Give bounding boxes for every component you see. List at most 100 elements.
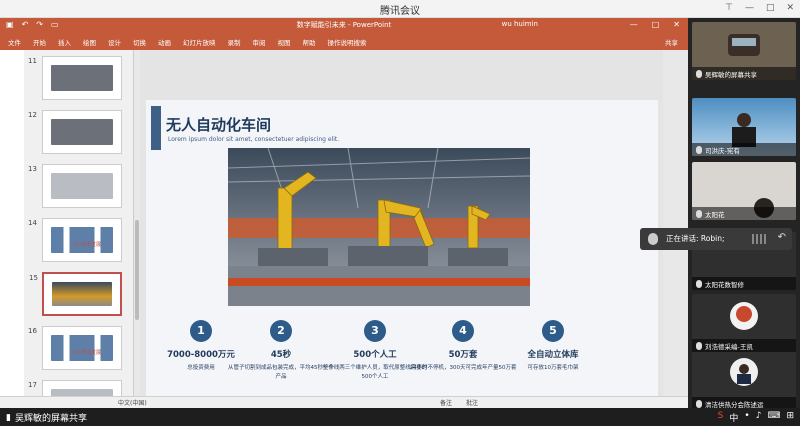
ribbon-tab[interactable]: 开始 — [33, 37, 46, 47]
ribbon-tab[interactable]: 动画 — [158, 37, 171, 47]
ppt-maximize-icon[interactable]: □ — [652, 20, 660, 29]
ribbon-tab[interactable]: 录制 — [228, 37, 241, 47]
language-status: 中文(中国) — [118, 400, 147, 407]
mic-tray-icon[interactable]: ♪ — [756, 411, 762, 424]
ribbon-tab[interactable]: 帮助 — [303, 37, 316, 47]
maximize-icon[interactable]: □ — [766, 3, 775, 13]
participant-name: 刘浩德采编-王凯 — [705, 342, 753, 351]
minimize-icon[interactable]: — — [745, 3, 754, 13]
feature-number: 3 — [364, 320, 386, 342]
mic-icon — [696, 399, 702, 408]
collapse-arrow-icon[interactable]: ↶ — [778, 232, 786, 243]
sogou-ime-icon[interactable]: S — [718, 411, 724, 424]
ribbon-tab[interactable]: 绘图 — [83, 37, 96, 47]
thumb-caption: 03 市场发展 — [73, 350, 101, 356]
factory-robot-photo — [228, 148, 530, 306]
share-button[interactable]: 共享 — [665, 37, 678, 47]
mic-icon — [696, 69, 702, 78]
share-indicator[interactable]: ▮ 吴辉敏的屏幕共享 — [6, 411, 87, 425]
thumb-number: 13 — [28, 165, 37, 173]
ribbon-tab[interactable]: 设计 — [108, 37, 121, 47]
participant-name: 司洪庆-宪有 — [705, 146, 740, 155]
canvas-scrollbar[interactable] — [663, 50, 688, 396]
bottom-bar: ▮ 吴辉敏的屏幕共享 S 中 • ♪ ⌨ ⊞ — [0, 408, 800, 426]
slide-thumb-selected[interactable]: 15 — [29, 272, 122, 316]
close-icon[interactable]: ✕ — [786, 3, 794, 13]
thumb-preview — [52, 282, 112, 306]
ribbon-tab[interactable]: 幻灯片放映 — [183, 37, 216, 47]
ribbon-tab[interactable]: 视图 — [278, 37, 291, 47]
slide-thumb[interactable]: 13 — [28, 164, 122, 208]
ribbon-tab[interactable]: 切换 — [133, 37, 146, 47]
mic-icon — [696, 279, 702, 288]
participant-name: 清洁供热分会陈述运 — [705, 400, 764, 409]
feature-number: 1 — [190, 320, 212, 342]
participant-name: 太阳花 — [705, 210, 725, 219]
ppt-minimize-icon[interactable]: — — [630, 20, 638, 29]
participant-tile[interactable]: 刘浩德采编-王凯 — [692, 294, 796, 352]
slide-thumb[interactable]: 11 — [28, 56, 122, 100]
participant-label: 太阳花 — [692, 207, 796, 220]
ppt-close-icon[interactable]: ✕ — [673, 20, 680, 29]
feature-number: 4 — [452, 320, 474, 342]
ppt-window-controls: — □ ✕ — [630, 20, 680, 29]
thumb-number: 11 — [28, 57, 37, 65]
audio-level-icon — [752, 234, 768, 244]
speaker-mic-icon — [648, 233, 658, 245]
thumb-number: 17 — [28, 381, 37, 389]
slide: 无人自动化车间 Lorem ipsum dolor sit amet, cons… — [146, 100, 658, 420]
participants-panel: 吴辉敏的屏幕共享 司洪庆-宪有 太阳花 太阳花数智修 刘浩德采编-王凯 清洁供热… — [688, 18, 800, 410]
ribbon-tab[interactable]: 插入 — [58, 37, 71, 47]
screen-share-icon: ▮ — [6, 412, 11, 423]
participant-tile[interactable]: 清洁供热分会陈述运 — [692, 352, 796, 410]
thumb-preview — [51, 227, 113, 253]
participant-label: 太阳花数智修 — [692, 277, 796, 290]
pin-icon[interactable]: ⊤ — [725, 3, 733, 13]
tell-me-search[interactable]: 操作说明搜索 — [328, 37, 367, 47]
title-accent-bar — [151, 106, 161, 150]
participant-label: 刘浩德采编-王凯 — [692, 339, 796, 352]
participant-tile[interactable]: 司洪庆-宪有 — [692, 98, 796, 156]
participant-label: 司洪庆-宪有 — [692, 143, 796, 156]
participant-tile[interactable]: 太阳花 — [692, 162, 796, 220]
share-owner-text: 吴辉敏的屏幕共享 — [14, 414, 87, 424]
system-tray: S 中 • ♪ ⌨ ⊞ — [718, 411, 794, 424]
slide-thumb[interactable]: 14 02 技术发展 — [28, 218, 122, 262]
keyboard-icon[interactable]: ⌨ — [767, 411, 780, 424]
speaking-text: 正在讲话: Robin; — [666, 234, 725, 243]
slide-thumbnails: 11 12 13 14 02 技术发展 15 16 03 市场发展 17 — [24, 50, 134, 396]
ribbon-tab[interactable]: 审阅 — [253, 37, 266, 47]
meeting-titlebar: 腾讯会议 ⊤ — □ ✕ — [0, 0, 800, 18]
thumb-preview — [51, 173, 113, 199]
feature-5: 5 全自动立体库 可存放10万套毛巾架 — [498, 320, 608, 373]
thumb-preview — [51, 389, 113, 396]
status-right: 备注 批注 — [440, 398, 478, 407]
document-title: 数字赋能引未来 - PowerPoint — [296, 21, 392, 29]
thumb-number: 16 — [28, 327, 37, 335]
punct-icon[interactable]: • — [744, 411, 749, 424]
slide-thumb[interactable]: 12 — [28, 110, 122, 154]
scroll-thumb[interactable] — [135, 220, 139, 320]
thumb-caption: 02 技术发展 — [73, 242, 101, 248]
participant-tile[interactable]: 吴辉敏的屏幕共享 — [692, 22, 796, 80]
ime-mode-icon[interactable]: 中 — [729, 411, 738, 424]
apps-icon[interactable]: ⊞ — [786, 411, 794, 424]
comments-button[interactable]: 批注 — [466, 398, 478, 407]
ribbon-tab[interactable]: 文件 — [8, 37, 21, 47]
slide-canvas: 无人自动化车间 Lorem ipsum dolor sit amet, cons… — [140, 50, 663, 420]
speaking-indicator: 正在讲话: Robin; ↶ — [640, 228, 792, 250]
mic-icon — [696, 341, 702, 350]
slide-thumb[interactable]: 16 03 市场发展 — [28, 326, 122, 370]
mic-icon — [696, 145, 702, 154]
slide-thumb[interactable]: 17 — [28, 380, 122, 396]
notes-button[interactable]: 备注 — [440, 398, 452, 407]
participant-name: 吴辉敏的屏幕共享 — [705, 70, 757, 79]
shared-screen: ▣ ↶ ↷ ▭ 数字赋能引未来 - PowerPoint wu huimin —… — [0, 18, 688, 420]
mic-icon — [696, 209, 702, 218]
thumb-number: 14 — [28, 219, 37, 227]
feature-title: 全自动立体库 — [527, 350, 579, 360]
ribbon-tabs: 文件 开始 插入 绘图 设计 切换 动画 幻灯片放映 录制 审阅 视图 帮助 操… — [0, 34, 688, 50]
robot-photo-illustration — [228, 148, 530, 306]
thumb-number: 15 — [29, 274, 38, 282]
thumb-preview — [51, 335, 113, 361]
